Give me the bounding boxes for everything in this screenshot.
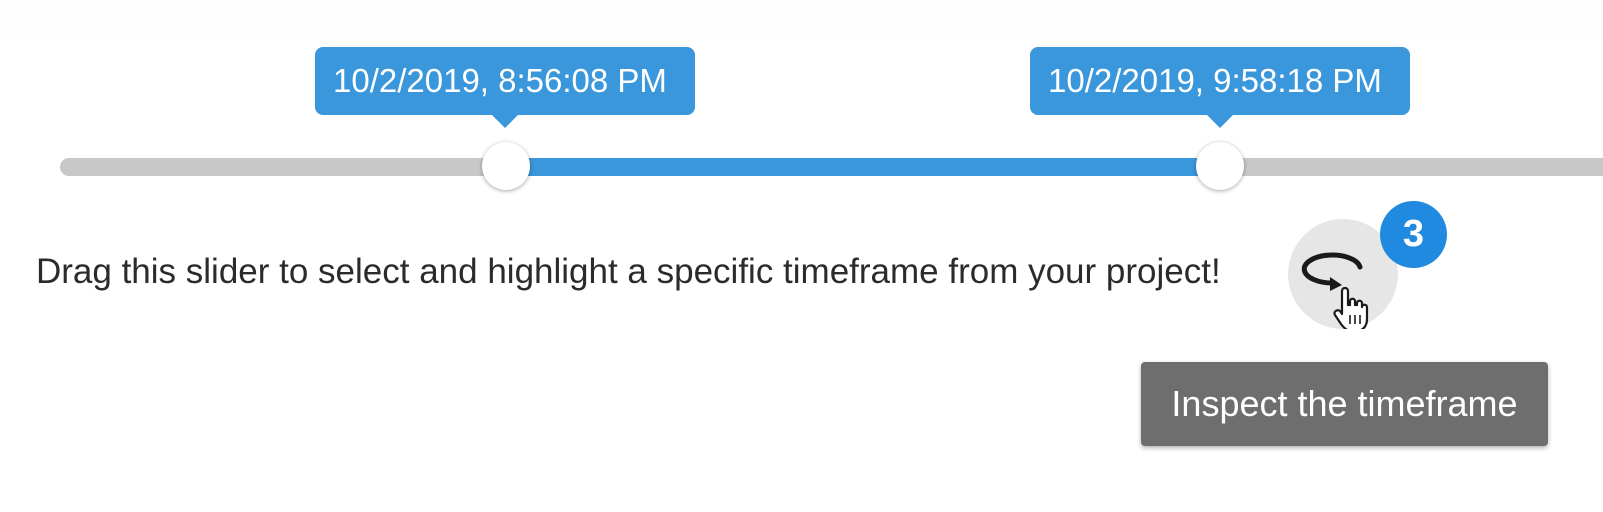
- notification-badge: 3: [1380, 201, 1447, 268]
- hand-cursor-icon: [1333, 286, 1369, 329]
- slider-instruction-text: Drag this slider to select and highlight…: [36, 252, 1221, 291]
- inspect-tooltip: Inspect the timeframe: [1141, 362, 1548, 446]
- slider-selected-range[interactable]: [506, 158, 1220, 176]
- slider-start-handle[interactable]: [482, 142, 530, 190]
- timeframe-slider[interactable]: 10/2/2019, 8:56:08 PM 10/2/2019, 9:58:18…: [0, 0, 1603, 200]
- start-time-label: 10/2/2019, 8:56:08 PM: [315, 47, 695, 128]
- slider-end-handle[interactable]: [1196, 142, 1244, 190]
- end-time-label: 10/2/2019, 9:58:18 PM: [1030, 47, 1410, 128]
